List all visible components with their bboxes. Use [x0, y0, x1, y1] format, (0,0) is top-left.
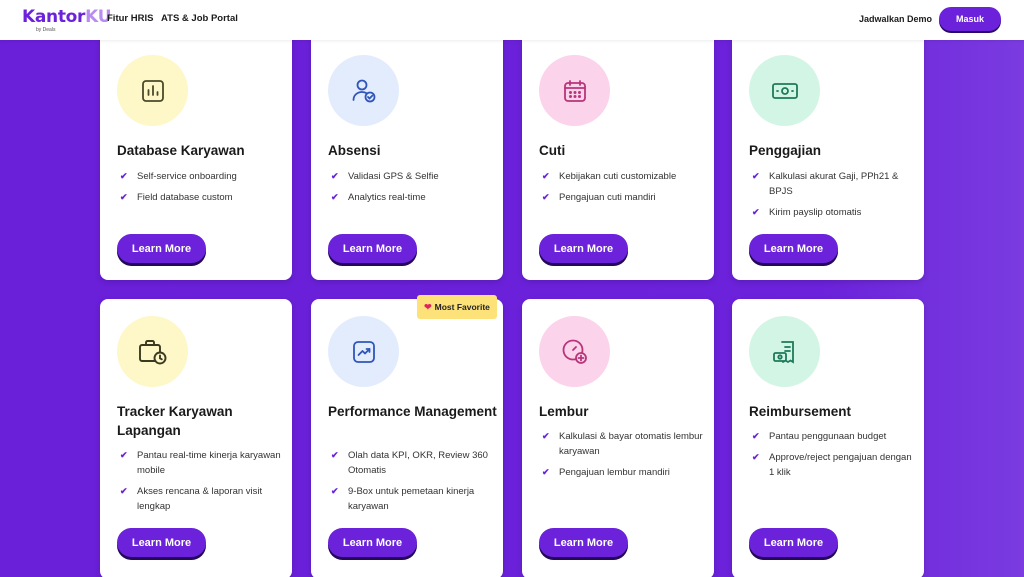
- feature-item: ✔ Pantau penggunaan budget: [752, 431, 887, 442]
- check-icon: ✔: [120, 192, 128, 202]
- card-title: Performance Management: [328, 404, 497, 419]
- calendar-icon: [539, 55, 610, 126]
- learn-more-button[interactable]: Learn More: [328, 234, 417, 263]
- feature-card-database-karyawan: Database Karyawan ✔ Self-service onboardi…: [100, 30, 292, 280]
- check-icon: ✔: [752, 452, 760, 462]
- money-icon: [749, 55, 820, 126]
- feature-item: ✔ Analytics real-time: [331, 192, 426, 203]
- check-icon: ✔: [120, 450, 128, 460]
- logo-subtext: by Deals: [36, 27, 56, 33]
- feature-item: ✔ Approve/reject pengajuan dengan 1 klik: [752, 452, 912, 478]
- feature-item: ✔ Self-service onboarding: [120, 171, 237, 182]
- learn-more-button[interactable]: Learn More: [749, 234, 838, 263]
- logo-text-kantor: Kantor: [22, 7, 86, 27]
- card-title: Lembur: [539, 404, 589, 419]
- feature-item: ✔ Pengajuan lembur mandiri: [542, 467, 670, 478]
- badge-label: Most Favorite: [434, 302, 490, 312]
- schedule-demo-link[interactable]: Jadwalkan Demo: [859, 14, 932, 24]
- feature-item: ✔ Kalkulasi akurat Gaji, PPh21 & BPJS: [752, 171, 899, 197]
- login-button[interactable]: Masuk: [939, 7, 1001, 31]
- card-title: Cuti: [539, 143, 566, 158]
- feature-list: ✔ Olah data KPI, OKR, Review 360 Otomatis…: [328, 448, 498, 520]
- feature-item: ✔ Kebijakan cuti customizable: [542, 171, 677, 182]
- check-icon: ✔: [331, 486, 339, 496]
- user-check-icon: [328, 55, 399, 126]
- feature-item: ✔ Pengajuan cuti mandiri: [542, 192, 656, 203]
- learn-more-button[interactable]: Learn More: [539, 234, 628, 263]
- feature-list: ✔ Kalkulasi akurat Gaji, PPh21 & BPJS ✔ Ki…: [749, 169, 919, 226]
- check-icon: ✔: [542, 467, 550, 477]
- check-icon: ✔: [331, 171, 339, 181]
- kantorku-logo[interactable]: KantorKU by Deals: [22, 7, 112, 33]
- feature-card-performance-management: Performance Management ✔ Olah data KPI, O…: [311, 299, 503, 577]
- feature-list: ✔ Pantau real-time kinerja karyawan mobil…: [117, 448, 287, 520]
- feature-card-reimbursement: Reimbursement ✔ Pantau penggunaan budget …: [732, 299, 924, 577]
- card-title: Absensi: [328, 143, 381, 158]
- chart-icon: [117, 55, 188, 126]
- feature-list: ✔ Validasi GPS & Selfie ✔ Analytics real-t…: [328, 169, 498, 211]
- check-icon: ✔: [752, 207, 760, 217]
- feature-item: ✔ Pantau real-time kinerja karyawan mobil…: [120, 450, 281, 476]
- check-icon: ✔: [542, 171, 550, 181]
- feature-item: ✔ Akses rencana & laporan visit lengkap: [120, 486, 263, 512]
- check-icon: ✔: [752, 171, 760, 181]
- most-favorite-badge: ❤ Most Favorite: [417, 295, 497, 319]
- trend-icon: [328, 316, 399, 387]
- receipt-money-icon: [749, 316, 820, 387]
- feature-item: ✔ 9-Box untuk pemetaan kinerja karyawan: [331, 486, 475, 512]
- learn-more-button[interactable]: Learn More: [539, 528, 628, 557]
- check-icon: ✔: [542, 192, 550, 202]
- check-icon: ✔: [331, 450, 339, 460]
- feature-list: ✔ Self-service onboarding ✔ Field database…: [117, 169, 287, 211]
- feature-item: ✔ Olah data KPI, OKR, Review 360 Otomatis: [331, 450, 488, 476]
- check-icon: ✔: [331, 192, 339, 202]
- learn-more-button[interactable]: Learn More: [328, 528, 417, 557]
- check-icon: ✔: [542, 431, 550, 441]
- card-title: Database Karyawan: [117, 143, 245, 158]
- card-title: Tracker Karyawan Lapangan: [117, 404, 233, 438]
- feature-item: ✔ Kirim payslip otomatis: [752, 207, 862, 218]
- feature-card-cuti: Cuti ✔ Kebijakan cuti customizable ✔ Penga…: [522, 30, 714, 280]
- learn-more-button[interactable]: Learn More: [117, 528, 206, 557]
- feature-card-penggajian: Penggajian ✔ Kalkulasi akurat Gaji, PPh21…: [732, 30, 924, 280]
- feature-item: ✔ Field database custom: [120, 192, 233, 203]
- feature-card-tracker-karyawan: Tracker Karyawan Lapangan ✔ Pantau real-t…: [100, 299, 292, 577]
- nav-link-ats-job-portal[interactable]: ATS & Job Portal: [161, 13, 238, 24]
- check-icon: ✔: [120, 171, 128, 181]
- feature-item: ✔ Kalkulasi & bayar otomatis lembur karya…: [542, 431, 703, 457]
- feature-list: ✔ Kalkulasi & bayar otomatis lembur karya…: [539, 429, 709, 486]
- nav-link-fitur-hris[interactable]: Fitur HRIS: [107, 13, 153, 24]
- briefcase-clock-icon: [117, 316, 188, 387]
- feature-card-absensi: Absensi ✔ Validasi GPS & Selfie ✔ Analytic…: [311, 30, 503, 280]
- heart-icon: ❤: [424, 301, 432, 312]
- feature-list: ✔ Pantau penggunaan budget ✔ Approve/rejec…: [749, 429, 919, 486]
- feature-item: ✔ Validasi GPS & Selfie: [331, 171, 439, 182]
- check-icon: ✔: [752, 431, 760, 441]
- clock-plus-icon: [539, 316, 610, 387]
- card-title: Reimbursement: [749, 404, 852, 419]
- card-title: Penggajian: [749, 143, 822, 158]
- learn-more-button[interactable]: Learn More: [117, 234, 206, 263]
- feature-list: ✔ Kebijakan cuti customizable ✔ Pengajuan …: [539, 169, 709, 211]
- top-navbar: KantorKU by Deals Fitur HRIS ATS & Job P…: [0, 0, 1024, 40]
- learn-more-button[interactable]: Learn More: [749, 528, 838, 557]
- check-icon: ✔: [120, 486, 128, 496]
- feature-card-lembur: Lembur ✔ Kalkulasi & bayar otomatis lembu…: [522, 299, 714, 577]
